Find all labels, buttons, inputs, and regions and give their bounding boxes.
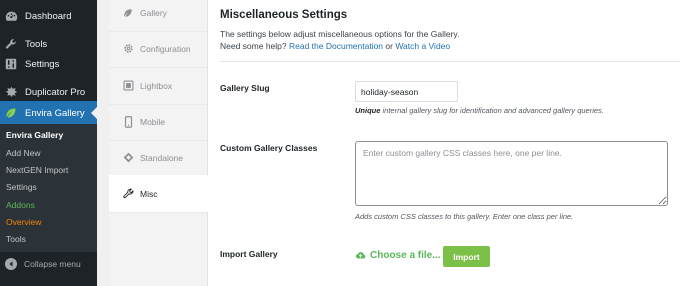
dashboard-icon: [4, 9, 18, 23]
help-emphasis: Unique: [355, 106, 381, 115]
submenu-item-settings[interactable]: Settings: [6, 182, 37, 192]
wrench-icon: [122, 188, 134, 200]
tab-lightbox[interactable]: Lightbox: [109, 67, 208, 105]
page-title: Miscellaneous Settings: [220, 9, 348, 21]
sidebar-item-dashboard[interactable]: Dashboard: [0, 4, 97, 28]
help-text: internal gallery slug for identification…: [380, 106, 604, 115]
sidebar-item-label: Settings: [25, 58, 60, 70]
sidebar-item-envira-gallery[interactable]: Envira Gallery: [0, 101, 97, 125]
leaf-icon: [4, 106, 18, 120]
duplicator-icon: [4, 85, 18, 99]
submenu-item-tools[interactable]: Tools: [6, 234, 26, 244]
submenu-item-addons[interactable]: Addons: [6, 200, 35, 210]
submenu-item-add-new[interactable]: Add New: [6, 148, 41, 158]
help-prefix: Need some help?: [220, 41, 289, 51]
tab-configuration[interactable]: Configuration: [109, 30, 208, 68]
tab-label: Configuration: [140, 43, 191, 54]
video-link[interactable]: Watch a Video: [395, 41, 450, 51]
mobile-icon: [122, 115, 134, 128]
settings-icon: [4, 57, 18, 71]
collapse-arrow-icon: [5, 258, 17, 270]
choose-file-label: Choose a file...: [370, 250, 441, 261]
sidebar-item-label: Duplicator Pro: [25, 86, 86, 98]
misc-settings-panel: Miscellaneous Settings The settings belo…: [208, 0, 680, 286]
gallery-slug-input[interactable]: [355, 81, 458, 102]
sidebar-item-settings[interactable]: Settings: [0, 52, 97, 76]
sidebar-item-label: Envira Gallery: [25, 107, 85, 119]
sidebar-item-label: Tools: [25, 38, 48, 50]
divider: [220, 61, 680, 62]
gallery-slug-label: Gallery Slug: [220, 83, 270, 93]
choose-file-button[interactable]: Choose a file...: [355, 250, 441, 261]
sidebar-item-label: Dashboard: [25, 10, 72, 22]
admin-sidebar: Dashboard Tools Settings Duplicator Pro …: [0, 0, 97, 286]
collapse-menu-label: Collapse menu: [24, 259, 81, 269]
tab-misc[interactable]: Misc: [109, 175, 209, 213]
wrench-icon: [4, 37, 18, 51]
gallery-slug-help: Unique internal gallery slug for identif…: [355, 106, 604, 115]
collapse-menu-button[interactable]: Collapse menu: [0, 254, 97, 274]
custom-classes-label: Custom Gallery Classes: [220, 143, 318, 153]
settings-tab-list: Gallery Configuration Lightbox Mobile St…: [109, 0, 209, 286]
custom-classes-textarea[interactable]: [355, 141, 668, 206]
leaf-icon: [122, 7, 134, 19]
tab-label: Standalone: [140, 152, 184, 163]
tab-label: Lightbox: [140, 80, 173, 91]
tab-label: Gallery: [140, 7, 167, 18]
submenu-item-overview[interactable]: Overview: [6, 217, 41, 227]
help-line: Need some help? Read the Documentation o…: [220, 40, 459, 52]
import-gallery-label: Import Gallery: [220, 249, 278, 259]
settings-description: The settings below adjust miscellaneous …: [220, 28, 459, 52]
submenu-item-envira-gallery[interactable]: Envira Gallery: [6, 130, 63, 140]
submenu-item-nextgen-import[interactable]: NextGEN Import: [6, 165, 68, 175]
gear-icon: [122, 43, 134, 55]
description-line: The settings below adjust miscellaneous …: [220, 29, 460, 39]
custom-classes-help: Adds custom CSS classes to this gallery.…: [355, 212, 574, 221]
tab-gallery[interactable]: Gallery: [109, 0, 208, 32]
tab-mobile[interactable]: Mobile: [109, 103, 208, 141]
tab-label: Misc: [140, 188, 158, 199]
standalone-icon: [122, 152, 134, 164]
import-button[interactable]: Import: [443, 246, 490, 267]
or-text: or: [383, 41, 396, 51]
tab-label: Mobile: [140, 116, 166, 127]
cloud-upload-icon: [355, 251, 366, 260]
documentation-link[interactable]: Read the Documentation: [289, 41, 383, 51]
tab-standalone[interactable]: Standalone: [109, 139, 208, 177]
envira-submenu: Envira Gallery Add New NextGEN Import Se…: [0, 124, 97, 252]
lightbox-icon: [122, 80, 134, 92]
